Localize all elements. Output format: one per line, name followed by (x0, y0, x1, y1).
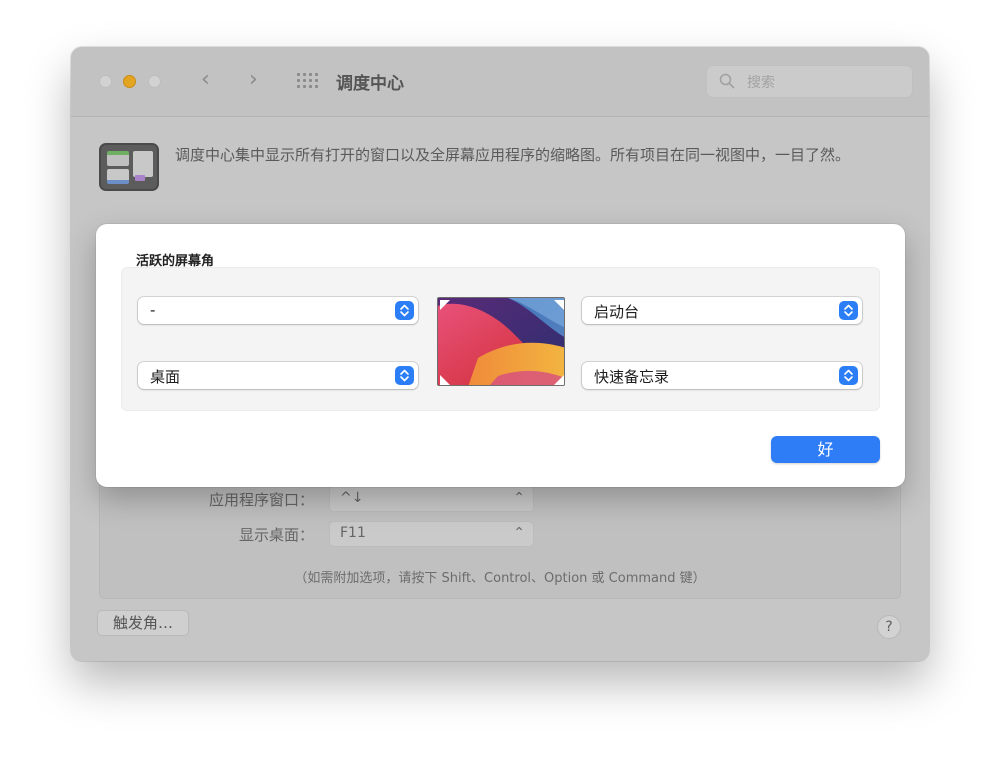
app-windows-popup[interactable]: ^↓ ⌃ (329, 486, 534, 512)
hot-corners-sheet: 活跃的屏幕角 - 启动台 桌面 快速备忘录 好 (96, 224, 905, 487)
top-left-corner-popup[interactable]: - (138, 297, 418, 324)
help-button[interactable]: ? (877, 615, 901, 639)
app-windows-label: 应用程序窗口： (208, 491, 314, 509)
chevron-updown-icon: ⌃ (513, 490, 525, 506)
zoom-button[interactable] (148, 75, 161, 88)
app-windows-value: ^↓ (340, 490, 364, 506)
hot-corners-button[interactable]: 触发角… (97, 610, 189, 636)
bottom-right-corner-value: 快速备忘录 (594, 368, 670, 386)
search-field[interactable]: 搜索 (706, 65, 913, 98)
description-text: 调度中心集中显示所有打开的窗口以及全屏幕应用程序的缩略图。所有项目在同一视图中，… (175, 146, 851, 164)
show-desktop-value: F11 (340, 525, 366, 541)
modifier-hint: （如需附加选项，请按下 Shift、Control、Option 或 Comma… (294, 571, 706, 586)
chevron-updown-icon: ⌃ (513, 525, 525, 541)
bottom-left-corner-value: 桌面 (150, 368, 181, 386)
ok-button[interactable]: 好 (771, 436, 880, 463)
popup-arrows-icon (395, 366, 414, 385)
popup-arrows-icon (839, 366, 858, 385)
popup-arrows-icon (839, 301, 858, 320)
titlebar: ‹ › 调度中心 搜索 (71, 47, 929, 117)
show-desktop-label: 显示桌面： (238, 526, 314, 544)
close-button[interactable] (99, 75, 112, 88)
back-chevron-icon[interactable]: ‹ (201, 67, 210, 93)
bottom-left-corner-popup[interactable]: 桌面 (138, 362, 418, 389)
popup-arrows-icon (395, 301, 414, 320)
minimize-button[interactable] (123, 75, 136, 88)
bottom-right-corner-popup[interactable]: 快速备忘录 (582, 362, 862, 389)
window-title: 调度中心 (336, 74, 404, 94)
show-desktop-popup[interactable]: F11 ⌃ (329, 521, 534, 547)
search-icon (719, 73, 735, 89)
top-right-corner-value: 启动台 (594, 303, 640, 321)
top-left-corner-value: - (150, 301, 156, 319)
search-input[interactable]: 搜索 (747, 72, 775, 92)
app-grid-icon[interactable] (297, 73, 319, 89)
desktop-preview-image (437, 297, 565, 386)
mission-control-icon (99, 143, 159, 191)
top-right-corner-popup[interactable]: 启动台 (582, 297, 862, 324)
forward-chevron-icon[interactable]: › (249, 67, 258, 93)
